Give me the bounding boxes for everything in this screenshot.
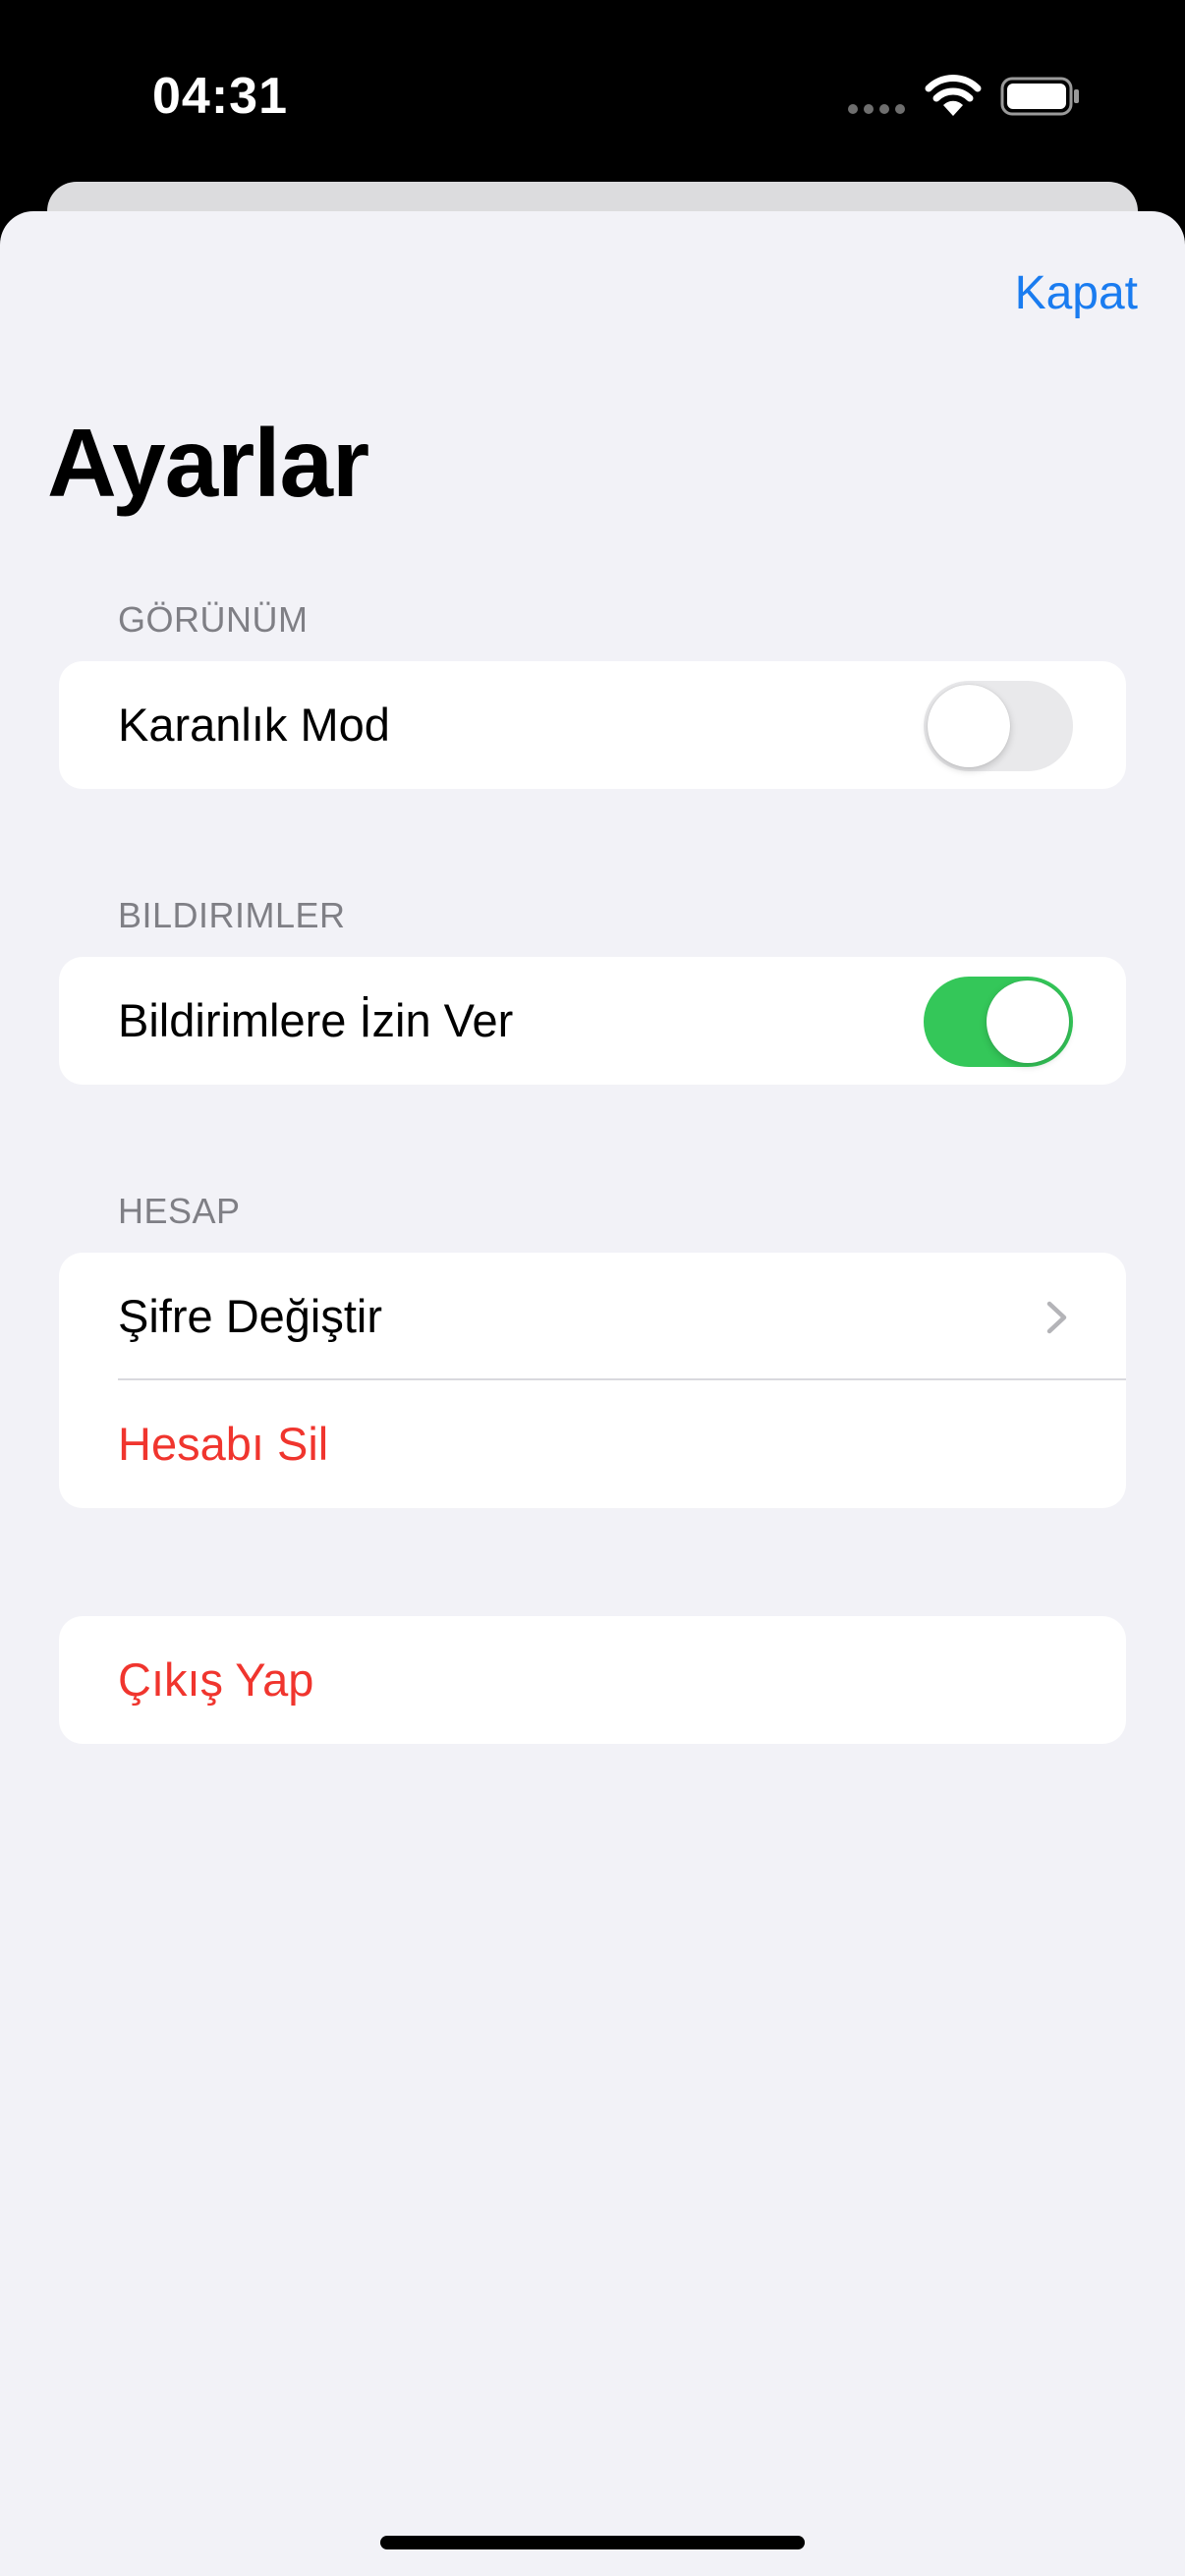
dark-mode-toggle[interactable] xyxy=(924,681,1073,771)
section-header-notifications: BILDIRIMLER xyxy=(118,895,346,935)
wifi-icon xyxy=(925,75,982,116)
section-header-account: HESAP xyxy=(118,1191,241,1231)
settings-sheet: Kapat Ayarlar GÖRÜNÜM Karanlık Mod BILDI… xyxy=(0,211,1185,2576)
dark-mode-label: Karanlık Mod xyxy=(118,699,390,751)
account-group: Şifre Değiştir Hesabı Sil xyxy=(59,1253,1126,1508)
change-password-row[interactable]: Şifre Değiştir xyxy=(59,1253,1126,1380)
notifications-label: Bildirimlere İzin Ver xyxy=(118,994,514,1046)
notifications-group: Bildirimlere İzin Ver xyxy=(59,957,1126,1085)
status-time: 04:31 xyxy=(152,68,288,125)
dark-mode-row: Karanlık Mod xyxy=(59,661,1126,789)
chevron-right-icon xyxy=(1046,1301,1067,1334)
toggle-knob xyxy=(987,980,1069,1063)
status-bar: 04:31 xyxy=(0,0,1185,187)
section-header-appearance: GÖRÜNÜM xyxy=(118,599,309,640)
home-indicator xyxy=(380,2536,805,2549)
close-button[interactable]: Kapat xyxy=(1015,266,1138,320)
toggle-knob xyxy=(928,685,1010,767)
page-title: Ayarlar xyxy=(47,409,369,517)
appearance-group: Karanlık Mod xyxy=(59,661,1126,789)
delete-account-label: Hesabı Sil xyxy=(118,1418,329,1470)
notifications-row: Bildirimlere İzin Ver xyxy=(59,957,1126,1085)
change-password-label: Şifre Değiştir xyxy=(118,1290,383,1342)
logout-label: Çıkış Yap xyxy=(118,1653,314,1706)
cellular-signal-icon xyxy=(848,104,905,114)
notifications-toggle[interactable] xyxy=(924,977,1073,1067)
logout-row[interactable]: Çıkış Yap xyxy=(59,1616,1126,1744)
battery-icon xyxy=(1000,77,1079,116)
delete-account-row[interactable]: Hesabı Sil xyxy=(59,1380,1126,1508)
logout-group: Çıkış Yap xyxy=(59,1616,1126,1744)
